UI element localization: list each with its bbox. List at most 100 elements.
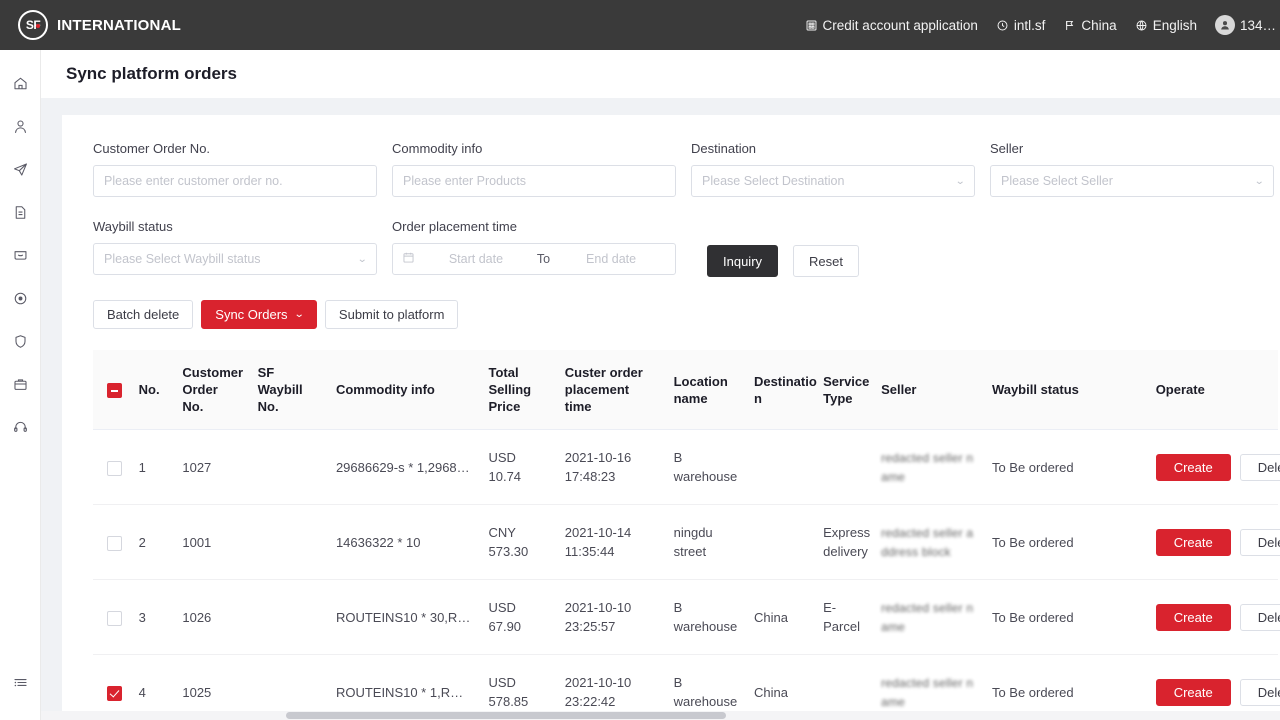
create-button[interactable]: Create [1156,454,1231,481]
waybill-status-select[interactable]: Please Select Waybill status ⌄ [93,243,377,275]
briefcase-icon [12,376,29,398]
cell-no: 3 [131,580,175,655]
order-placement-time-range[interactable]: Start date To End date [392,243,676,275]
delete-button[interactable]: Delete [1240,529,1280,556]
cell-commodity-info: 29686629-s * 1,296866... [328,430,481,505]
header-total-selling-price: Total Selling Price [481,350,557,430]
field-customer-order-no: Customer Order No. Please enter customer… [93,141,392,197]
destination-select[interactable]: Please Select Destination ⌄ [691,165,975,197]
table-row[interactable]: 2100114636322 * 10CNY 573.302021-10-14 1… [93,505,1278,580]
header-service-type: Service Type [815,350,873,430]
user-account-menu[interactable]: 134… [1215,15,1276,35]
cell-location-name: B warehouse [666,580,746,655]
page-header: Sync platform orders [41,50,1280,98]
sidebar-collapse-button[interactable] [0,663,41,706]
create-button[interactable]: Create [1156,529,1231,556]
start-date-input[interactable]: Start date [421,252,531,266]
country-selector[interactable]: China [1063,18,1116,33]
page-title: Sync platform orders [66,64,237,84]
cell-no: 2 [131,505,175,580]
cell-waybill-status: To Be ordered [984,430,1148,505]
table-row[interactable]: 1102729686629-s * 1,296866...USD 10.7420… [93,430,1278,505]
cell-placement-time: 2021-10-14 11:35:44 [557,505,666,580]
sidebar-item-user[interactable] [0,107,41,150]
reset-button[interactable]: Reset [793,245,859,277]
brand-name-text: INTERNATIONAL [57,17,181,34]
select-all-header [93,350,131,430]
select-all-checkbox[interactable] [107,383,122,398]
row-select-checkbox[interactable] [107,461,122,476]
delete-button[interactable]: Delete [1240,604,1280,631]
end-date-input[interactable]: End date [556,252,666,266]
waybill-status-label: Waybill status [93,219,392,234]
cell-commodity-info: 14636322 * 10 [328,505,481,580]
sync-orders-button[interactable]: Sync Orders ⌄ [201,300,317,329]
destination-label: Destination [691,141,990,156]
home-icon [12,75,29,97]
row-select-checkbox[interactable] [107,536,122,551]
row-select-checkbox[interactable] [107,686,122,701]
cell-location-name: ningdu street [666,505,746,580]
cell-sf-waybill-no [250,580,328,655]
submit-to-platform-button[interactable]: Submit to platform [325,300,459,329]
horizontal-scrollbar-thumb[interactable] [286,712,726,719]
cell-operate: Create Delete [1148,430,1278,505]
commodity-info-input[interactable]: Please enter Products [392,165,676,197]
sync-orders-label: Sync Orders [215,307,287,322]
row-select-cell [93,580,131,655]
chevron-down-icon: ⌄ [955,176,965,187]
table-row[interactable]: 31026ROUTEINS10 * 30,ROU...USD 67.902021… [93,580,1278,655]
header-location-name: Location name [666,350,746,430]
sidebar-item-business[interactable] [0,365,41,408]
sidebar-item-support[interactable] [0,408,41,451]
main-content: Customer Order No. Please enter customer… [41,98,1280,720]
batch-delete-button[interactable]: Batch delete [93,300,193,329]
sidebar-item-security[interactable] [0,322,41,365]
seller-select[interactable]: Please Select Seller ⌄ [990,165,1274,197]
row-select-checkbox[interactable] [107,611,122,626]
order-placement-time-label: Order placement time [392,219,691,234]
delete-button[interactable]: Delete [1240,679,1280,706]
sidebar-item-documents[interactable] [0,193,41,236]
sidebar-item-home[interactable] [0,64,41,107]
field-seller: Seller Please Select Seller ⌄ [990,141,1280,197]
row-select-cell [93,505,131,580]
brand-logo[interactable]: SF INTERNATIONAL [18,10,181,40]
sidebar-item-messages[interactable] [0,236,41,279]
cell-sf-waybill-no [250,430,328,505]
site-selector[interactable]: intl.sf [996,18,1046,33]
create-button[interactable]: Create [1156,679,1231,706]
language-selector[interactable]: English [1135,18,1197,33]
collapse-menu-icon [12,674,29,696]
horizontal-scrollbar[interactable] [41,711,1280,720]
credit-account-application-link[interactable]: Credit account application [805,18,978,33]
seller-label: Seller [990,141,1280,156]
header-commodity-info: Commodity info [328,350,481,430]
cell-operate: Create Delete [1148,505,1278,580]
top-nav: Credit account application intl.sf China [787,15,1280,35]
country-label: China [1081,18,1116,33]
sidebar-item-send[interactable] [0,150,41,193]
sf-logo-icon: SF [18,10,48,40]
cell-customer-order-no: 1027 [174,430,249,505]
send-icon [12,161,29,183]
inquiry-button[interactable]: Inquiry [707,245,778,277]
field-waybill-status: Waybill status Please Select Waybill sta… [93,219,392,275]
chevron-down-icon: ⌄ [293,309,304,320]
seller-redacted-text: redacted seller name [881,451,973,484]
cell-seller: redacted seller address block [873,505,984,580]
customer-order-no-input[interactable]: Please enter customer order no. [93,165,377,197]
cell-destination: China [746,580,815,655]
customer-order-no-label: Customer Order No. [93,141,392,156]
building-icon [805,19,818,32]
sidebar-item-track[interactable] [0,279,41,322]
cell-commodity-info: ROUTEINS10 * 30,ROU... [328,580,481,655]
cell-location-name: B warehouse [666,430,746,505]
top-header-bar: SF INTERNATIONAL Credit account applicat… [0,0,1280,50]
delete-button[interactable]: Delete [1240,454,1280,481]
cell-customer-order-no: 1001 [174,505,249,580]
header-sf-waybill-no: SF Waybill No. [250,350,328,430]
cell-seller: redacted seller name [873,580,984,655]
cell-placement-time: 2021-10-10 23:25:57 [557,580,666,655]
create-button[interactable]: Create [1156,604,1231,631]
